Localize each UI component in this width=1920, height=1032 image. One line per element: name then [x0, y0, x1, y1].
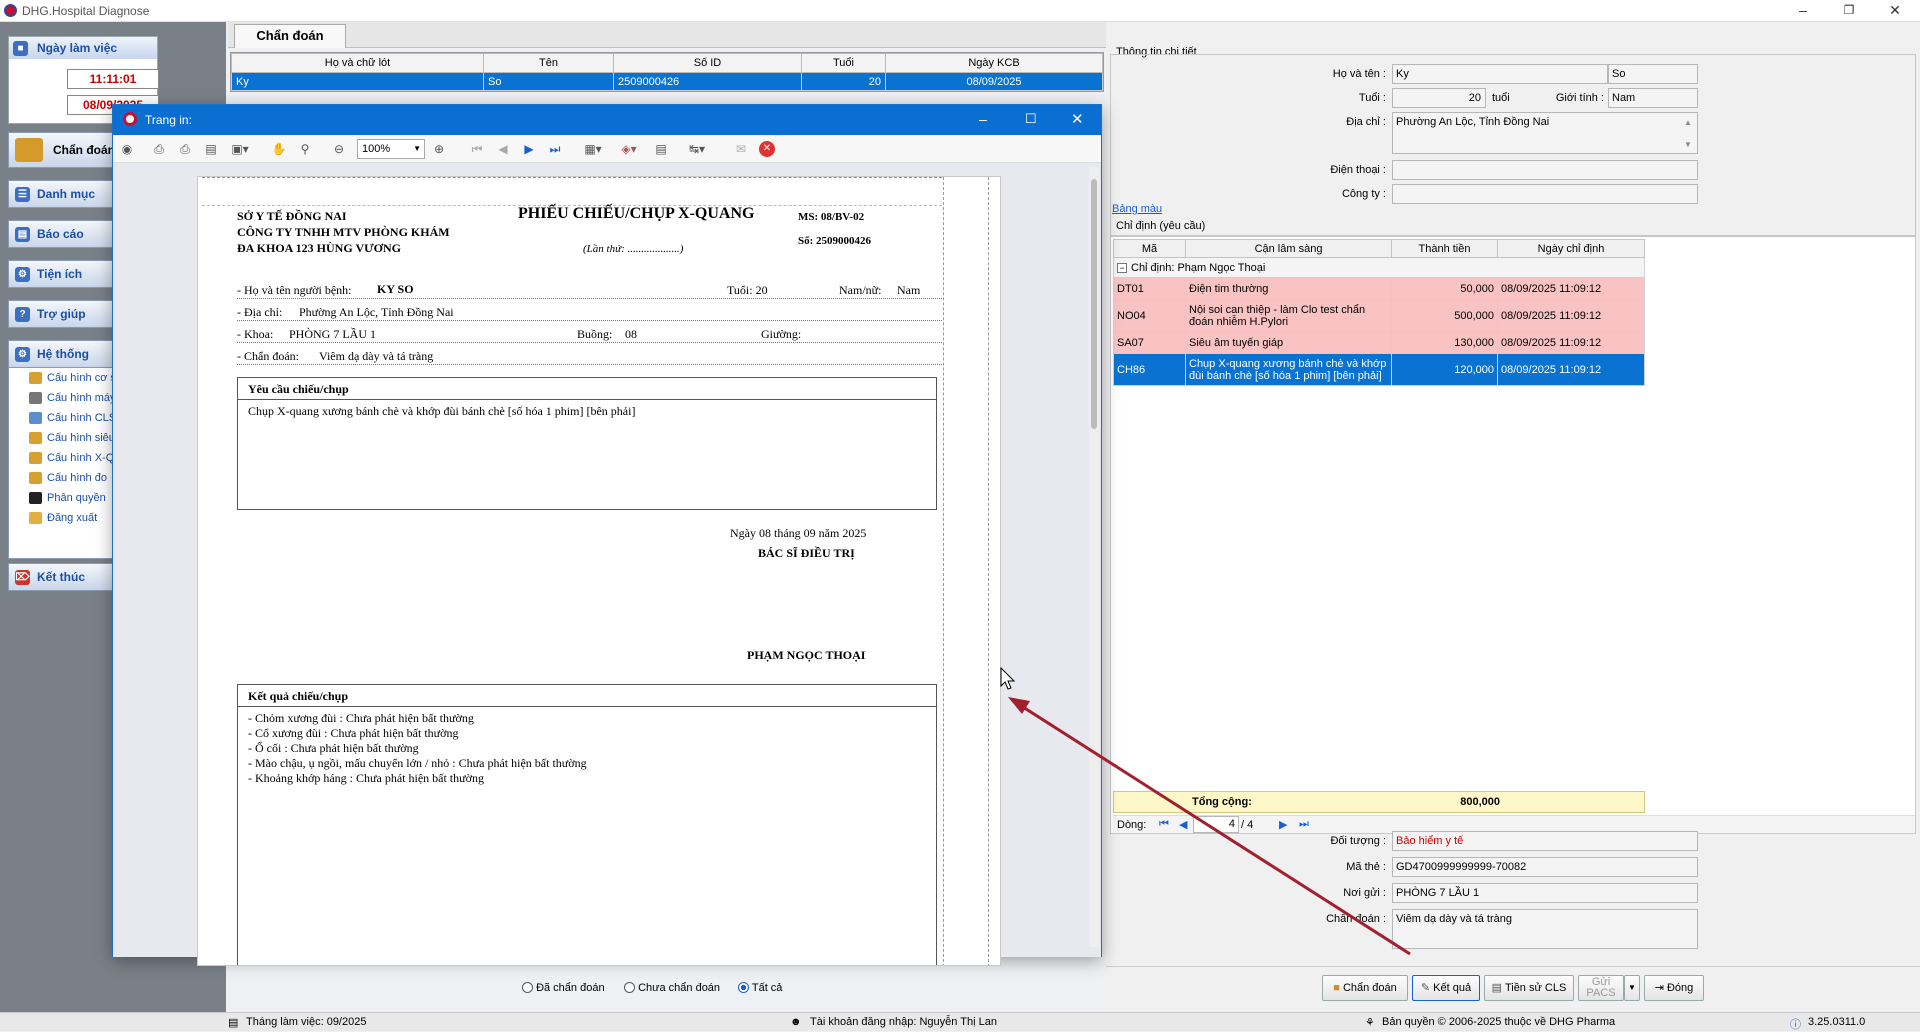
- user-icon: ☻: [790, 1016, 802, 1028]
- status-bar: ▤ Tháng làm việc: 09/2025 ☻ Tài khoản đă…: [0, 1012, 1920, 1031]
- version: 3.25.0311.0: [1808, 1016, 1866, 1028]
- arrow-head: [1008, 697, 1030, 714]
- copyright-icon: ⚘: [1365, 1017, 1375, 1029]
- calendar-icon: ▤: [228, 1017, 239, 1029]
- login-account: Tài khoản đăng nhập: Nguyễn Thị Lan: [810, 1016, 997, 1028]
- arrow-line: [1011, 698, 1411, 956]
- copyright: Bản quyền © 2006-2025 thuộc về DHG Pharm…: [1382, 1016, 1616, 1028]
- info-icon: ⓘ: [1790, 1019, 1801, 1031]
- annotation-arrow: [1000, 666, 1411, 956]
- work-month: Tháng làm việc: 09/2025: [246, 1016, 367, 1028]
- mouse-cursor-icon: [1000, 666, 1016, 690]
